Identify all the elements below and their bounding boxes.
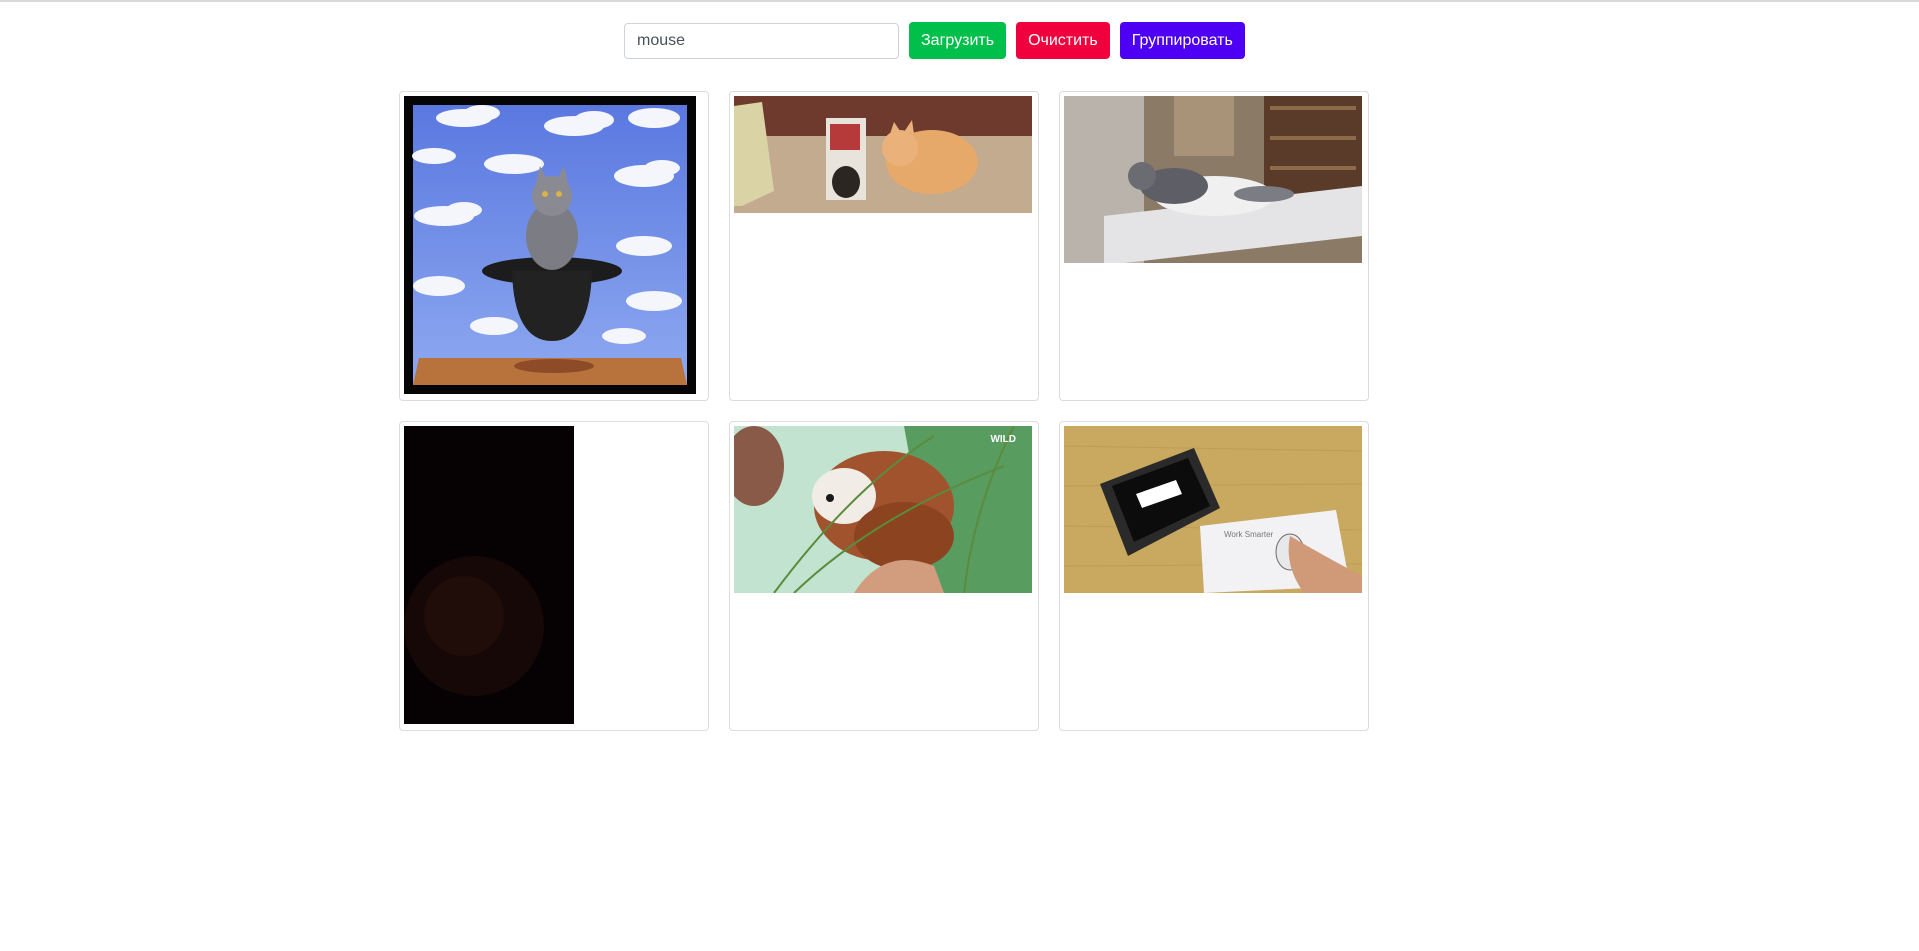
group-button[interactable]: Группировать — [1119, 22, 1245, 59]
clear-button[interactable]: Очистить — [1016, 22, 1110, 59]
gif-image-spaniel-dog[interactable]: WILD — [734, 426, 1032, 593]
gif-image-cat-in-hat[interactable] — [404, 96, 696, 394]
load-button[interactable]: Загрузить — [909, 22, 1007, 59]
gif-image-kitten-in-box[interactable] — [734, 96, 1032, 213]
gallery-card[interactable] — [1059, 91, 1369, 401]
search-input[interactable] — [624, 22, 899, 59]
gallery-card[interactable]: Work Smarter — [1059, 421, 1369, 731]
work-smarter-label: Work Smarter — [1224, 530, 1274, 539]
gif-image-mouse-tablet[interactable]: Work Smarter — [1064, 426, 1362, 593]
wild-watermark: WILD — [990, 434, 1016, 445]
gif-image-dark-frame[interactable] — [404, 426, 574, 724]
gif-gallery: WILD Work Smarter — [399, 91, 1369, 731]
gallery-card[interactable]: WILD — [729, 421, 1039, 731]
gallery-card[interactable] — [729, 91, 1039, 401]
gallery-card[interactable] — [399, 421, 709, 731]
top-border — [0, 0, 1919, 2]
gallery-card[interactable] — [399, 91, 709, 401]
gif-image-cat-jumping[interactable] — [1064, 96, 1362, 263]
toolbar: Загрузить Очистить Группировать — [624, 22, 1245, 59]
